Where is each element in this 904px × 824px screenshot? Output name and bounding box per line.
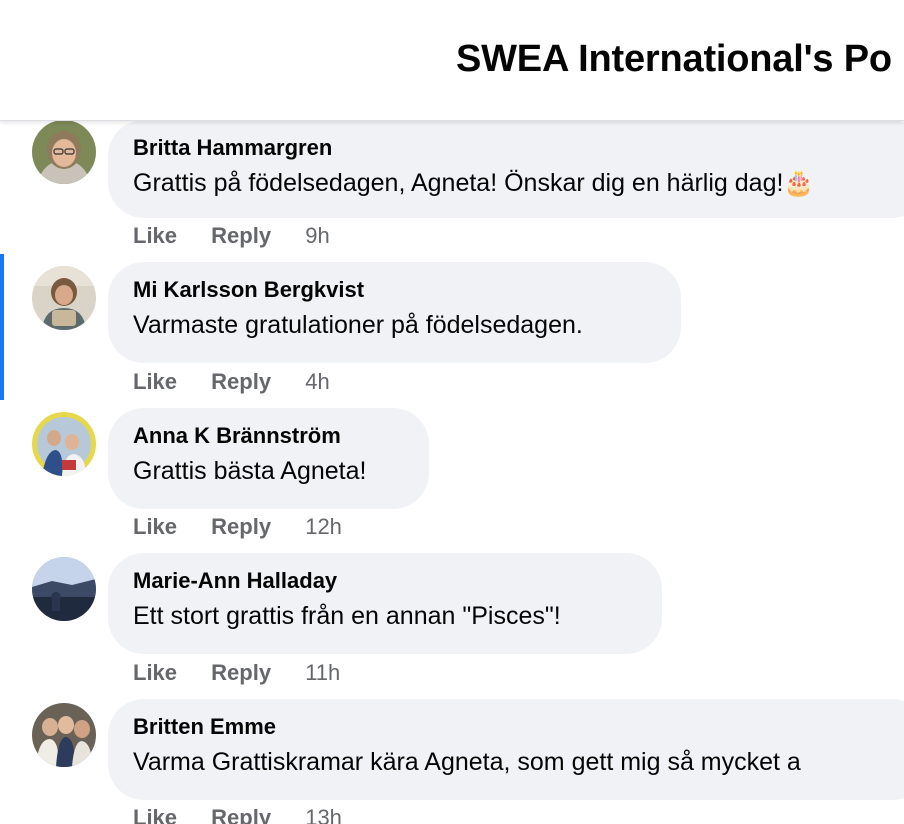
dialog-header: SWEA International's Po (0, 0, 904, 121)
avatar[interactable] (32, 120, 96, 184)
comment-text: Ett stort grattis från en annan "Pisces"… (133, 602, 561, 630)
like-button[interactable]: Like (133, 805, 177, 824)
comment-actions: Like Reply 9h (133, 223, 330, 249)
comment-author[interactable]: Britten Emme (133, 713, 904, 741)
reply-button[interactable]: Reply (211, 660, 271, 685)
comment-text: Grattis på födelsedagen, Agneta! Önskar … (133, 169, 815, 197)
comment-author[interactable]: Mi Karlsson Bergkvist (133, 276, 657, 304)
like-button[interactable]: Like (133, 369, 177, 394)
comment-text: Grattis bästa Agneta! (133, 457, 367, 485)
comments-dialog: Britta Hammargren Grattis på födelsedage… (0, 0, 904, 824)
comment-bubble: Mi Karlsson Bergkvist Varmaste gratulati… (108, 262, 681, 363)
comment-bubble: Britten Emme Varma Grattiskramar kära Ag… (108, 699, 904, 800)
comment-text: Varmaste gratulationer på födelsedagen. (133, 311, 583, 339)
comment-text: Varma Grattiskramar kära Agneta, som get… (133, 748, 801, 776)
reply-button[interactable]: Reply (211, 805, 271, 824)
comment-timestamp[interactable]: 4h (305, 369, 329, 394)
comment-author[interactable]: Britta Hammargren (133, 134, 904, 162)
comment-timestamp[interactable]: 13h (305, 805, 342, 824)
comment-author[interactable]: Marie-Ann Halladay (133, 567, 638, 595)
comment-actions: Like Reply 11h (133, 660, 340, 686)
comment-bubble: Anna K Brännström Grattis bästa Agneta! (108, 408, 429, 509)
comment-author[interactable]: Anna K Brännström (133, 422, 405, 450)
highlight-indicator (0, 254, 4, 400)
like-button[interactable]: Like (133, 514, 177, 539)
comment-actions: Like Reply 13h (133, 805, 342, 824)
like-button[interactable]: Like (133, 223, 177, 248)
comment-timestamp[interactable]: 11h (305, 660, 340, 685)
avatar[interactable] (32, 412, 96, 476)
reply-button[interactable]: Reply (211, 369, 271, 394)
reply-button[interactable]: Reply (211, 514, 271, 539)
comment-bubble: Marie-Ann Halladay Ett stort grattis frå… (108, 553, 662, 654)
comment-actions: Like Reply 4h (133, 369, 330, 395)
comment-list: Britta Hammargren Grattis på födelsedage… (0, 0, 904, 824)
avatar[interactable] (32, 266, 96, 330)
comment-timestamp[interactable]: 9h (305, 223, 329, 248)
reply-button[interactable]: Reply (211, 223, 271, 248)
like-button[interactable]: Like (133, 660, 177, 685)
comment-actions: Like Reply 12h (133, 514, 342, 540)
dialog-title: SWEA International's Po (456, 38, 892, 80)
avatar[interactable] (32, 557, 96, 621)
comment-bubble: Britta Hammargren Grattis på födelsedage… (108, 120, 904, 218)
avatar[interactable] (32, 703, 96, 767)
comment-timestamp[interactable]: 12h (305, 514, 342, 539)
